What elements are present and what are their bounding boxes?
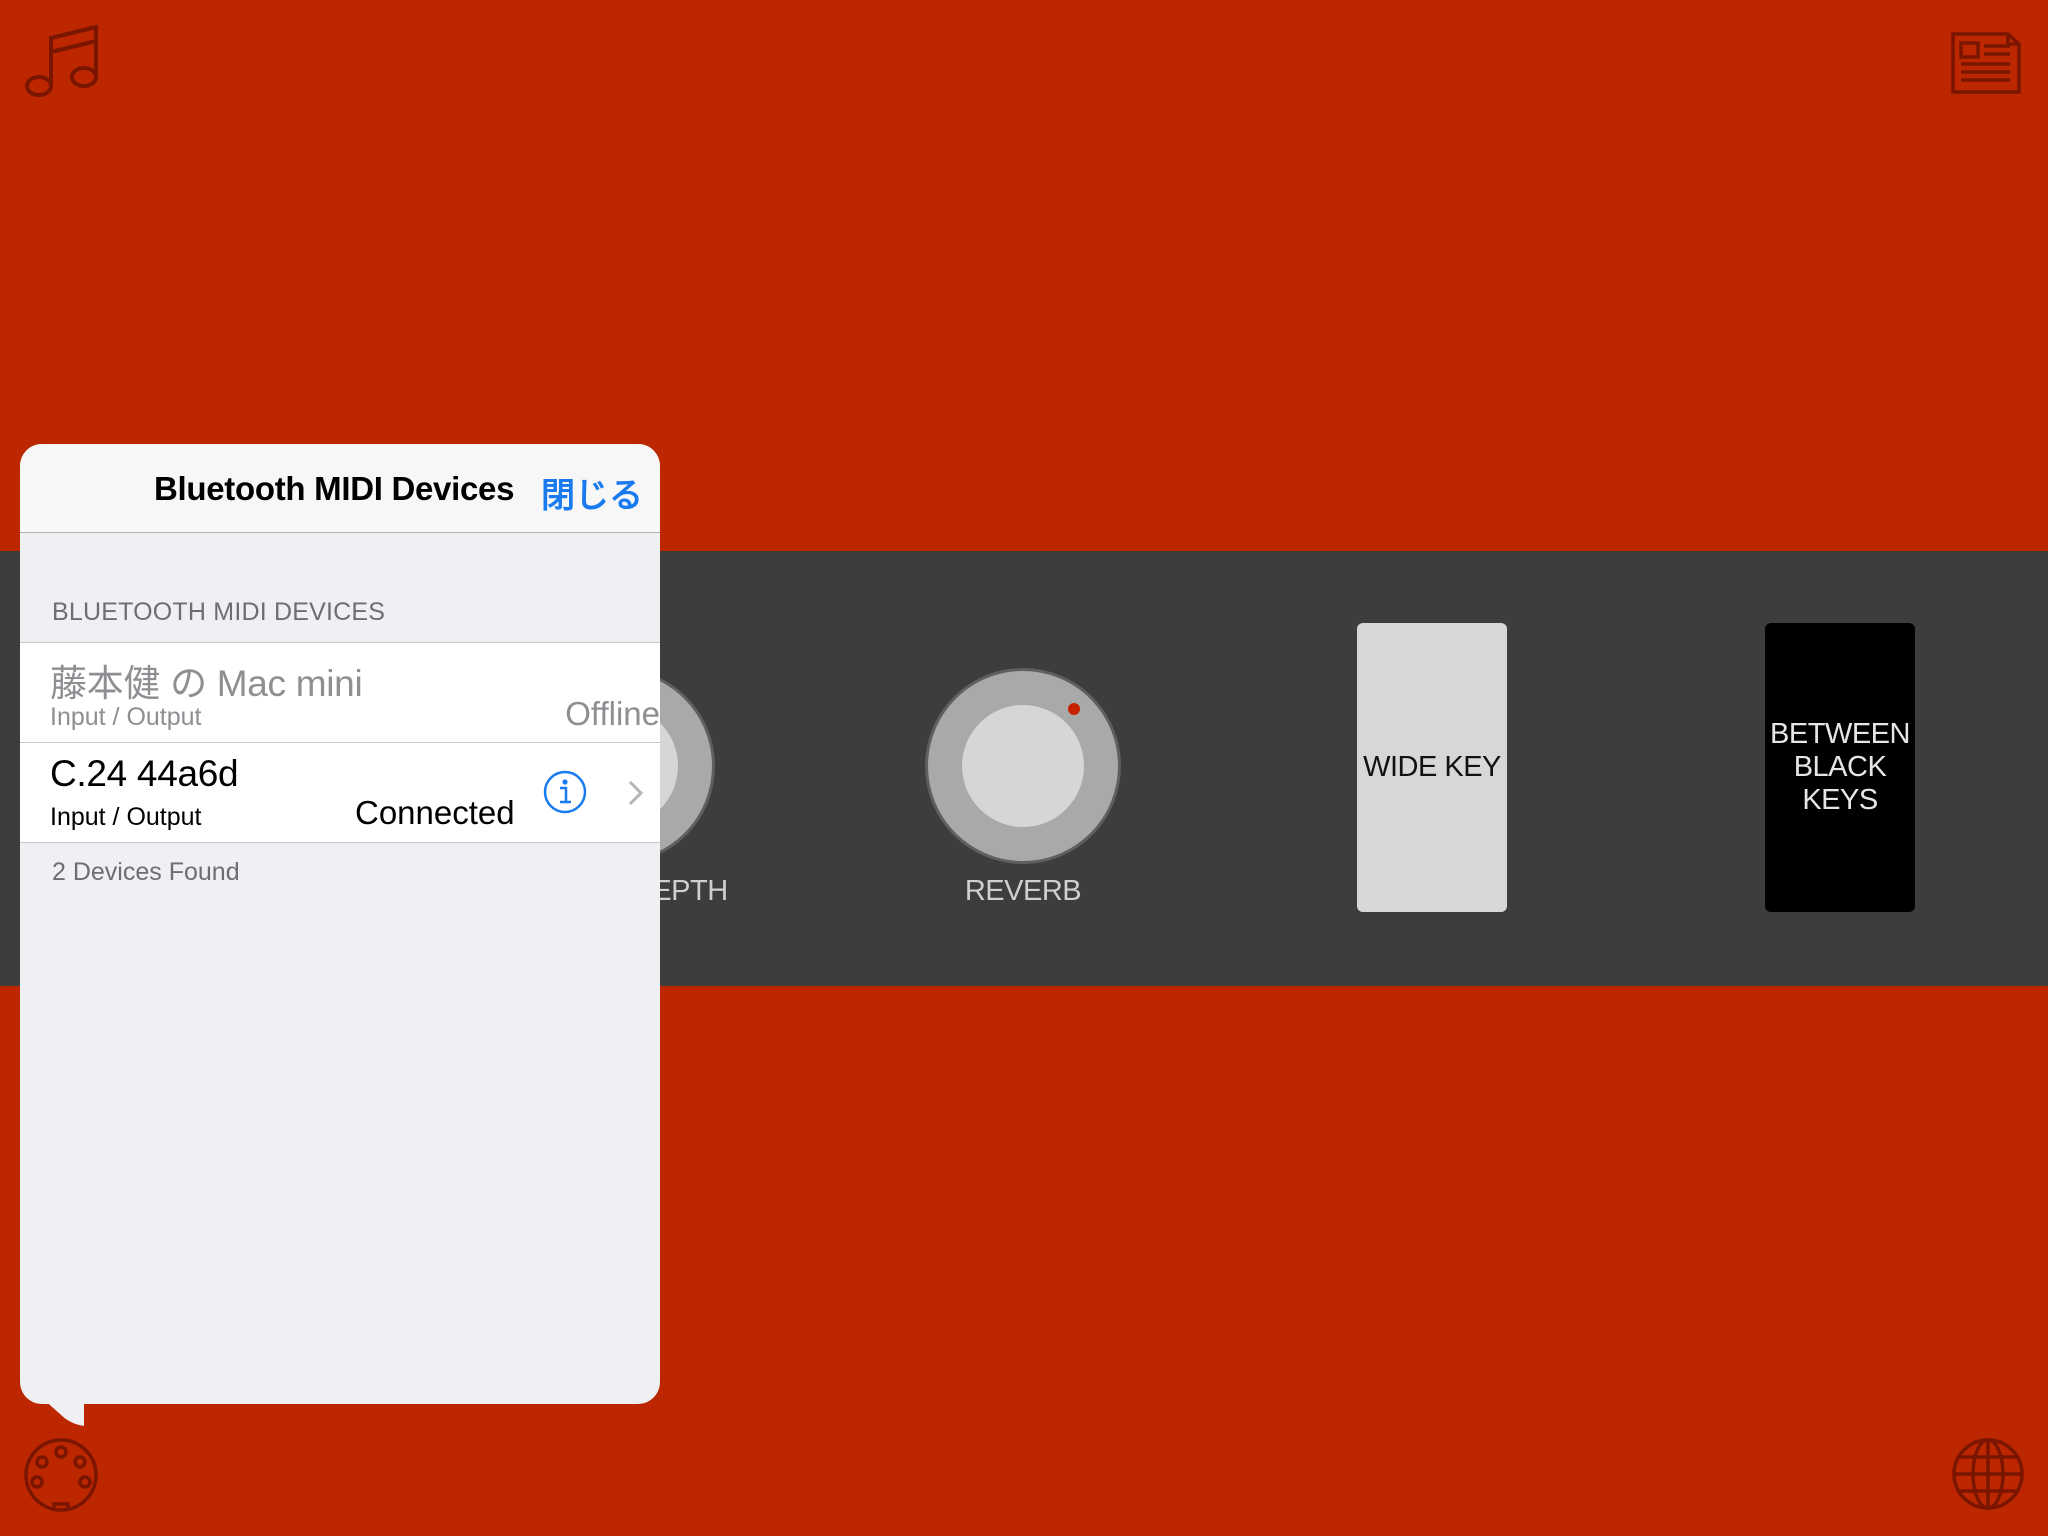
- device-list: 藤本健 の Mac mini Input / Output Offline C.…: [20, 642, 660, 843]
- reverb-label: REVERB: [964, 875, 1082, 907]
- info-icon[interactable]: [543, 770, 587, 814]
- newspaper-icon[interactable]: [1950, 30, 2022, 96]
- popover-title: Bluetooth MIDI Devices: [154, 470, 515, 507]
- device-subtitle: Input / Output: [50, 803, 202, 831]
- device-status: Offline: [565, 695, 660, 732]
- reverb-knob-indicator: [1068, 703, 1080, 715]
- device-name: C.24 44a6d: [50, 753, 239, 794]
- bluetooth-midi-popover: Bluetooth MIDI Devices 閉じる BLUETOOTH MID…: [20, 444, 660, 1404]
- chevron-right-icon[interactable]: [627, 779, 645, 807]
- music-note-icon[interactable]: [22, 24, 102, 100]
- devices-found-count: 2 Devices Found: [52, 858, 240, 886]
- close-button[interactable]: 閉じる: [541, 468, 643, 517]
- popover-header: Bluetooth MIDI Devices 閉じる: [20, 444, 660, 533]
- device-row[interactable]: 藤本健 の Mac mini Input / Output Offline: [20, 643, 660, 742]
- wide-key-button[interactable]: WIDE KEY: [1357, 623, 1507, 912]
- midi-port-icon[interactable]: [22, 1436, 100, 1514]
- device-subtitle: Input / Output: [50, 703, 202, 731]
- popover-arrow: [42, 1398, 84, 1426]
- globe-icon[interactable]: [1950, 1436, 2026, 1512]
- device-status: Connected: [355, 794, 515, 831]
- section-header: BLUETOOTH MIDI DEVICES: [52, 598, 386, 626]
- between-black-keys-button[interactable]: BETWEEN BLACK KEYS: [1765, 623, 1915, 912]
- device-name: 藤本健 の Mac mini: [50, 663, 363, 704]
- device-row[interactable]: C.24 44a6d Input / Output Connected: [20, 742, 660, 842]
- reverb-knob[interactable]: [925, 668, 1121, 864]
